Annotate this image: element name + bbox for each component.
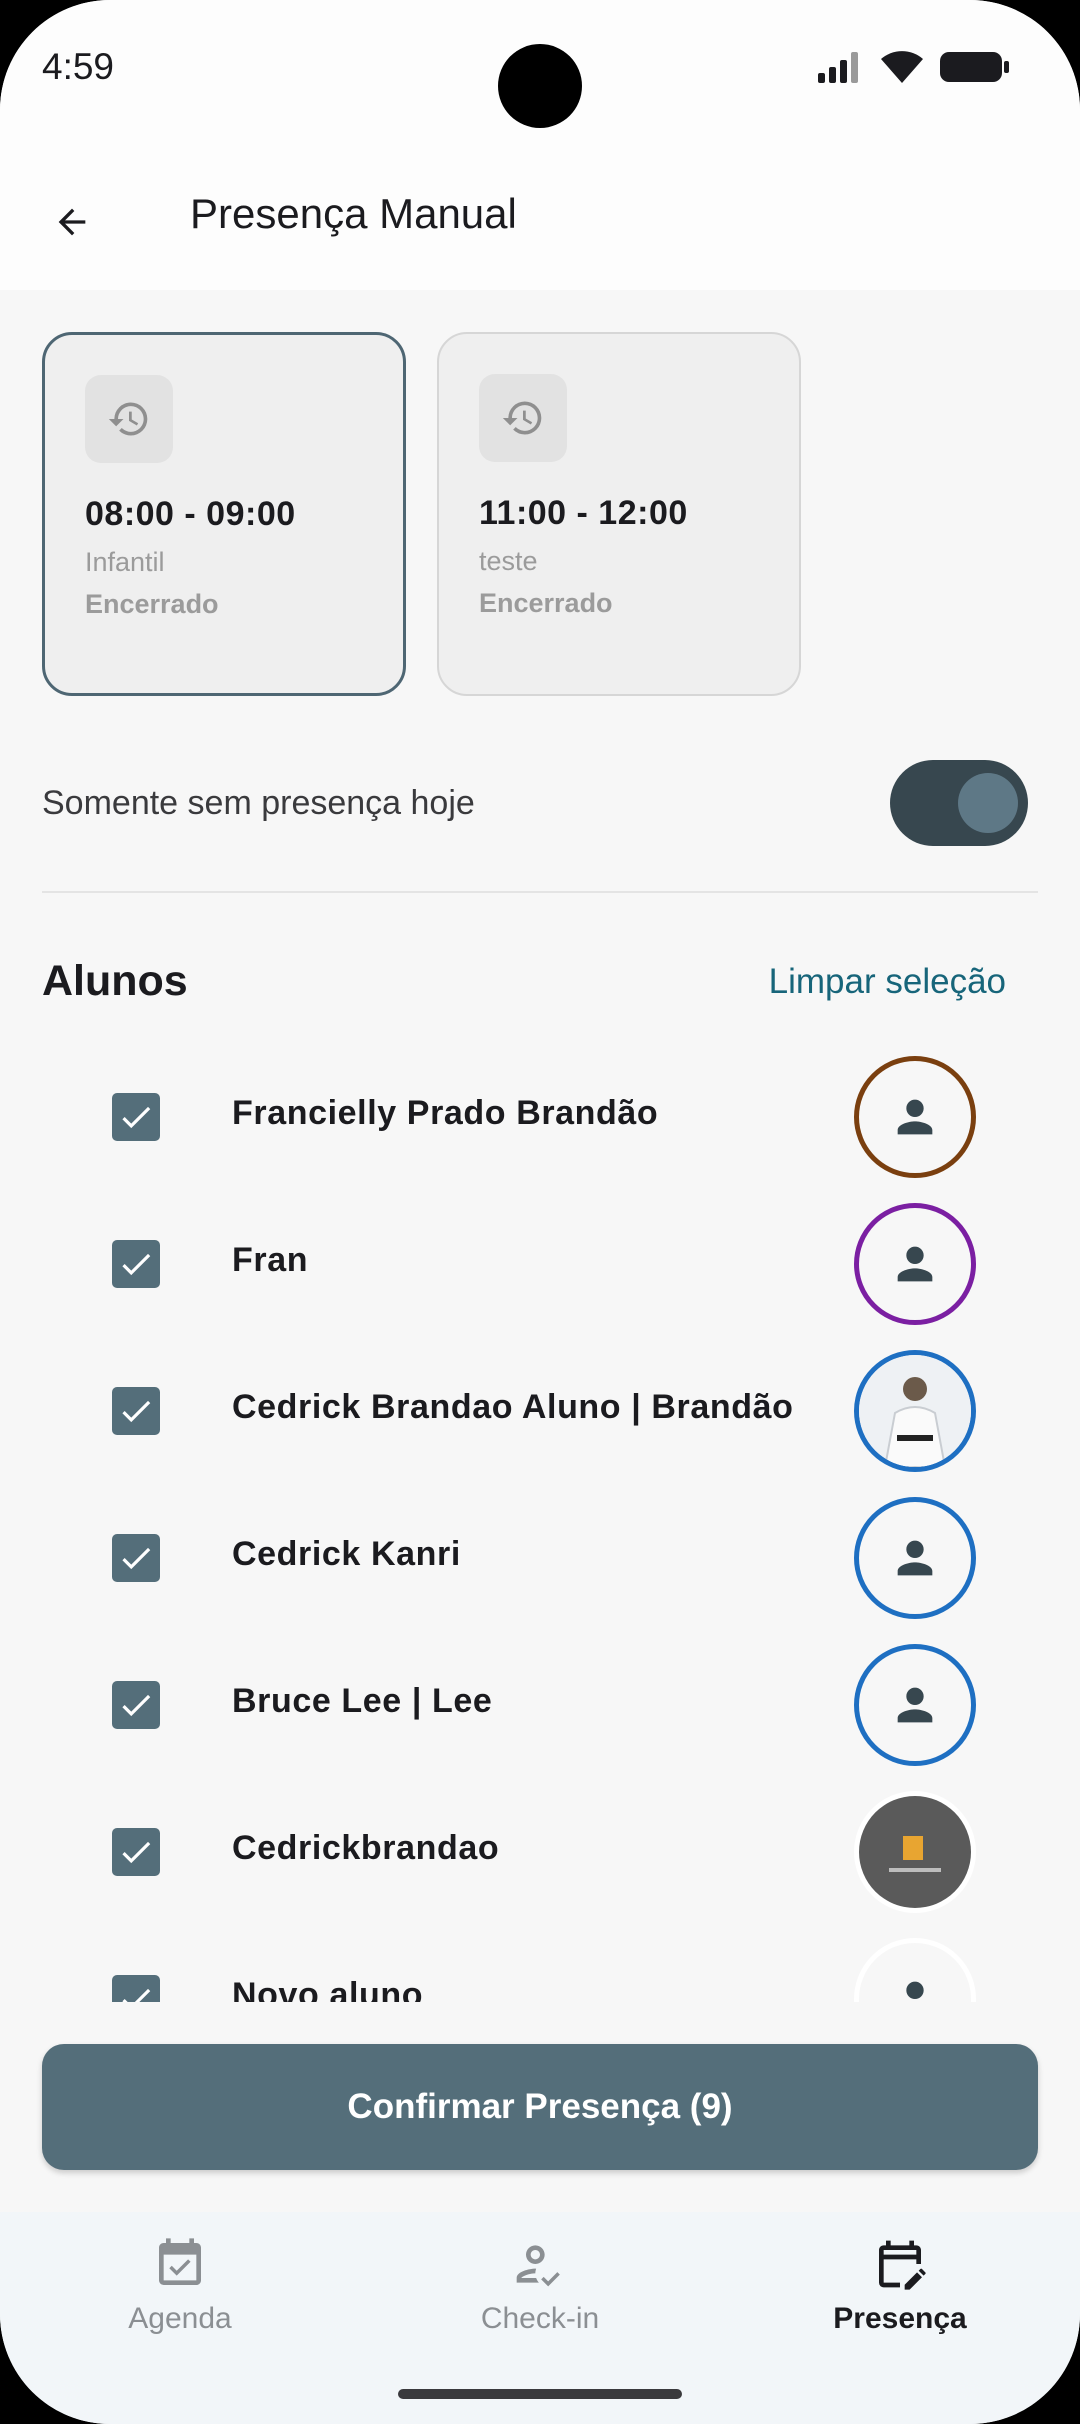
class-slot-card[interactable]: 11:00 - 12:00 teste Encerrado — [437, 332, 801, 696]
status-bar: 4:59 — [0, 0, 1080, 180]
student-row[interactable]: Cedrick Kanri — [0, 1481, 1080, 1628]
student-row[interactable]: Novo aluno — [0, 1922, 1080, 2002]
person-icon — [854, 1644, 976, 1766]
slot-status: Encerrado — [479, 588, 613, 618]
page-title: Presença Manual — [190, 190, 517, 237]
student-name: Fran — [232, 1241, 309, 1279]
student-avatar-photo — [854, 1791, 976, 1913]
signal-icon — [818, 52, 858, 83]
student-list[interactable]: Francielly Prado Brandão Fran Cedrick Bran… — [0, 1040, 1080, 2002]
students-section-title: Alunos — [42, 957, 188, 1005]
student-checkbox[interactable] — [112, 1828, 160, 1876]
student-row[interactable]: Cedrickbrandao — [0, 1775, 1080, 1922]
nav-label-presenca: Presença — [833, 2302, 967, 2335]
nav-label-checkin: Check-in — [480, 2302, 600, 2335]
status-time: 4:59 — [42, 46, 115, 87]
filter-toggle[interactable] — [890, 760, 1028, 846]
divider — [42, 891, 1038, 893]
slot-time: 11:00 - 12:00 — [479, 494, 688, 532]
history-icon — [85, 375, 173, 463]
student-row[interactable]: Cedrick Brandao Aluno | Brandão — [0, 1334, 1080, 1481]
student-checkbox[interactable] — [112, 1240, 160, 1288]
battery-icon — [940, 52, 1009, 82]
clear-selection-button[interactable]: Limpar seleção — [769, 962, 1006, 1002]
student-checkbox[interactable] — [112, 1093, 160, 1141]
slot-status: Encerrado — [85, 589, 219, 619]
student-name: Novo aluno — [232, 1976, 424, 2002]
confirm-attendance-button[interactable]: Confirmar Presença (9) — [42, 2044, 1038, 2170]
student-checkbox[interactable] — [112, 1387, 160, 1435]
arrow-back-icon — [58, 208, 86, 236]
toggle-knob — [958, 773, 1018, 833]
calendar-check-icon — [159, 2238, 201, 2285]
student-checkbox[interactable] — [112, 1975, 160, 2002]
nav-item-agenda[interactable]: Agenda — [60, 2236, 300, 2336]
home-indicator — [398, 2389, 682, 2399]
wifi-icon — [881, 51, 923, 83]
person-icon — [854, 1203, 976, 1325]
front-camera — [498, 44, 582, 128]
nav-label-agenda: Agenda — [128, 2302, 232, 2335]
status-icons — [818, 50, 1010, 84]
slot-class-name: Infantil — [85, 547, 165, 577]
student-checkbox[interactable] — [112, 1681, 160, 1729]
screen: 4:59 Presença Manual 08:00 - 09:00 Infan… — [0, 0, 1080, 2424]
person-icon — [854, 1497, 976, 1619]
nav-item-presenca[interactable]: Presença — [780, 2236, 1020, 2336]
slot-class-name: teste — [479, 546, 538, 576]
student-name: Cedrickbrandao — [232, 1829, 500, 1867]
student-row[interactable]: Bruce Lee | Lee — [0, 1628, 1080, 1775]
filter-label: Somente sem presença hoje — [42, 784, 475, 822]
person-icon — [854, 1056, 976, 1178]
nav-item-checkin[interactable]: Check-in — [420, 2236, 660, 2336]
app-bar: Presença Manual — [0, 180, 1080, 290]
student-row[interactable]: Francielly Prado Brandão — [0, 1040, 1080, 1187]
student-row[interactable]: Fran — [0, 1187, 1080, 1334]
student-avatar-photo — [854, 1350, 976, 1472]
student-name: Bruce Lee | Lee — [232, 1682, 493, 1720]
person-check-icon — [516, 2245, 560, 2287]
student-checkbox[interactable] — [112, 1534, 160, 1582]
student-name: Cedrick Kanri — [232, 1535, 461, 1573]
calendar-edit-icon — [879, 2240, 926, 2290]
class-slot-card[interactable]: 08:00 - 09:00 Infantil Encerrado — [42, 332, 406, 696]
back-button[interactable] — [40, 190, 104, 254]
slot-time: 08:00 - 09:00 — [85, 495, 296, 533]
student-name: Cedrick Brandao Aluno | Brandão — [232, 1388, 794, 1426]
student-name: Francielly Prado Brandão — [232, 1094, 659, 1132]
person-icon — [854, 1938, 976, 2002]
history-icon — [479, 374, 567, 462]
